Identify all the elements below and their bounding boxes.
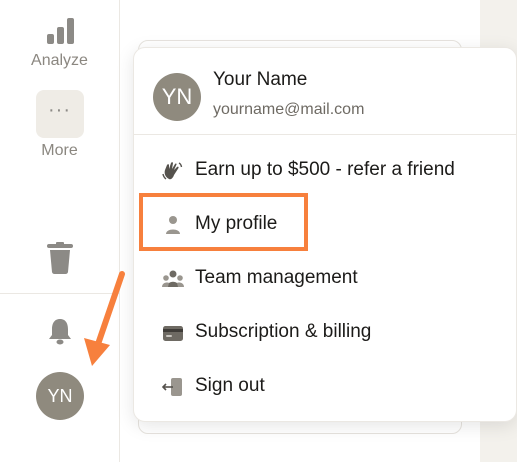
user-email: yourname@mail.com — [213, 101, 365, 118]
nav-analyze-label: Analyze — [31, 52, 88, 69]
nav-more-label: More — [41, 142, 78, 159]
menu-item-sign-out[interactable]: Sign out — [134, 367, 516, 407]
team-icon — [162, 270, 184, 287]
annotation-arrow-icon — [84, 271, 125, 366]
highlight-box-my-profile — [139, 193, 308, 251]
menu-item-label: Sign out — [195, 375, 265, 396]
menu-item-label: Subscription & billing — [195, 321, 372, 342]
credit-card-icon — [163, 326, 183, 341]
hand-wave-icon — [162, 162, 183, 180]
more-dots-icon[interactable]: ··· — [35, 90, 84, 138]
menu-item-label: Earn up to $500 - refer a friend — [195, 159, 455, 180]
menu-item-subscription-billing[interactable]: Subscription & billing — [134, 313, 516, 353]
menu-item-label: Team management — [195, 267, 358, 288]
bar-chart-icon — [44, 16, 76, 46]
account-menu-header: YN Your Name yourname@mail.com — [134, 48, 516, 135]
menu-item-team-management[interactable]: Team management — [134, 259, 516, 299]
user-name: Your Name — [213, 69, 308, 90]
nav-analyze[interactable]: Analyze — [0, 16, 119, 70]
menu-item-refer-friend[interactable]: Earn up to $500 - refer a friend — [134, 151, 516, 191]
nav-more[interactable]: ··· More — [0, 90, 119, 160]
sign-out-icon — [162, 378, 182, 396]
avatar: YN — [153, 73, 201, 121]
sidebar: Analyze ··· More YN — [0, 0, 120, 462]
